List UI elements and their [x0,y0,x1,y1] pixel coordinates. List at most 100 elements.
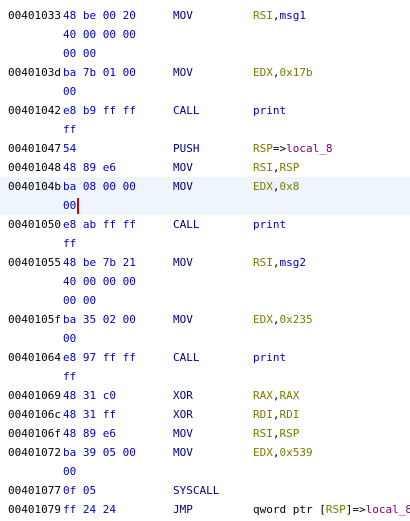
local-variable-operand[interactable]: local_8 [366,503,410,516]
mnemonic-cell[interactable]: MOV [173,158,193,177]
operands-cell[interactable]: EDX,0x8 [253,177,299,196]
address-cell[interactable]: 0040106f [8,424,61,443]
register-operand[interactable]: 0x8 [280,180,300,193]
address-cell[interactable]: 00401069 [8,386,61,405]
register-operand[interactable]: RSP [326,503,346,516]
local-variable-operand[interactable]: local_8 [286,142,332,155]
listing-row[interactable]: 00 [0,462,410,481]
bytes-cell[interactable]: 00 00 [63,44,96,63]
label-operand[interactable]: msg2 [280,256,307,269]
mnemonic-cell[interactable]: XOR [173,386,193,405]
mnemonic-cell[interactable]: MOV [173,6,193,25]
mnemonic-cell[interactable]: CALL [173,101,200,120]
bytes-cell[interactable]: 00 [63,82,76,101]
bytes-cell[interactable]: 48 89 e6 [63,158,116,177]
mnemonic-cell[interactable]: MOV [173,424,193,443]
listing-row[interactable]: 0040106f 48 89 e6 MOV RSI,RSP [0,424,410,443]
bytes-cell[interactable]: 48 89 e6 [63,424,116,443]
bytes-cell[interactable]: ff [63,234,76,253]
register-operand[interactable]: 0x17b [280,66,313,79]
label-operand[interactable]: msg1 [280,9,307,22]
bytes-cell[interactable]: e8 97 ff ff [63,348,136,367]
address-cell[interactable]: 00401079 [8,500,61,519]
bytes-cell[interactable]: 48 31 ff [63,405,116,424]
register-operand[interactable]: EDX [253,313,273,326]
address-cell[interactable]: 0040103d [8,63,61,82]
register-operand[interactable]: RSI [253,161,273,174]
listing-row[interactable]: 00 00 [0,44,410,63]
bytes-cell[interactable]: 40 00 00 00 [63,25,136,44]
operands-cell[interactable]: EDX,0x539 [253,443,313,462]
listing-row[interactable]: 00401064 e8 97 ff ff CALL print [0,348,410,367]
bytes-cell[interactable]: ff 24 24 [63,500,116,519]
label-operand[interactable]: print [253,351,286,364]
register-operand[interactable]: 0x539 [280,446,313,459]
mnemonic-cell[interactable]: JMP [173,500,193,519]
listing-row[interactable]: 00401048 48 89 e6 MOV RSI,RSP [0,158,410,177]
address-cell[interactable]: 0040106c [8,405,61,424]
listing-row[interactable]: ff [0,120,410,139]
listing-row[interactable]: 00401079 ff 24 24 JMP qword ptr [RSP]=>loca… [0,500,410,519]
register-operand[interactable]: RSI [253,427,273,440]
register-operand[interactable]: RDI [280,408,300,421]
bytes-cell[interactable]: 0f 05 [63,481,96,500]
listing-row[interactable]: 0040103d ba 7b 01 00 MOV EDX,0x17b [0,63,410,82]
register-operand[interactable]: 0x235 [280,313,313,326]
bytes-cell[interactable]: 54 [63,139,76,158]
operands-cell[interactable]: EDX,0x235 [253,310,313,329]
bytes-cell[interactable]: ba 39 05 00 [63,443,136,462]
listing-row[interactable]: 0040106c 48 31 ff XOR RDI,RDI [0,405,410,424]
operands-cell[interactable]: RSI,RSP [253,424,299,443]
address-cell[interactable]: 0040105f [8,310,61,329]
address-cell[interactable]: 00401033 [8,6,61,25]
address-cell[interactable]: 00401064 [8,348,61,367]
listing-row[interactable]: 00 [0,196,410,215]
mnemonic-cell[interactable]: MOV [173,443,193,462]
register-operand[interactable]: RSI [253,256,273,269]
mnemonic-cell[interactable]: XOR [173,405,193,424]
register-operand[interactable]: RAX [253,389,273,402]
listing-row[interactable]: 00401077 0f 05 SYSCALL [0,481,410,500]
mnemonic-cell[interactable]: MOV [173,253,193,272]
operands-cell[interactable]: print [253,348,286,367]
bytes-cell[interactable]: ba 08 00 00 [63,177,136,196]
register-operand[interactable]: EDX [253,446,273,459]
mnemonic-cell[interactable]: CALL [173,215,200,234]
bytes-cell[interactable]: e8 b9 ff ff [63,101,136,120]
bytes-cell[interactable]: 48 31 c0 [63,386,116,405]
address-cell[interactable]: 00401048 [8,158,61,177]
label-operand[interactable]: print [253,218,286,231]
bytes-cell[interactable]: ff [63,120,76,139]
mnemonic-cell[interactable]: SYSCALL [173,481,219,500]
operands-cell[interactable]: qword ptr [RSP]=>local_8 [253,500,410,519]
operands-cell[interactable]: RSI,msg1 [253,6,306,25]
operands-cell[interactable]: RSI,RSP [253,158,299,177]
listing-row[interactable]: 00 00 [0,291,410,310]
listing-row[interactable]: 00401050 e8 ab ff ff CALL print [0,215,410,234]
address-cell[interactable]: 00401077 [8,481,61,500]
operands-cell[interactable]: RSP=>local_8 [253,139,332,158]
address-cell[interactable]: 00401042 [8,101,61,120]
listing-row[interactable]: 00401055 48 be 7b 21 MOV RSI,msg2 [0,253,410,272]
operands-cell[interactable]: RDI,RDI [253,405,299,424]
listing-row[interactable]: 00401042 e8 b9 ff ff CALL print [0,101,410,120]
bytes-cell[interactable]: 40 00 00 00 [63,272,136,291]
register-operand[interactable]: EDX [253,180,273,193]
mnemonic-cell[interactable]: PUSH [173,139,200,158]
bytes-cell[interactable]: 48 be 7b 21 [63,253,136,272]
register-operand[interactable]: EDX [253,66,273,79]
bytes-cell[interactable]: 00 00 [63,291,96,310]
address-cell[interactable]: 00401072 [8,443,61,462]
mnemonic-cell[interactable]: MOV [173,310,193,329]
listing-row[interactable]: 00401072 ba 39 05 00 MOV EDX,0x539 [0,443,410,462]
listing-row[interactable]: 0040105f ba 35 02 00 MOV EDX,0x235 [0,310,410,329]
bytes-cell[interactable]: 48 be 00 20 [63,6,136,25]
register-operand[interactable]: RSP [280,427,300,440]
bytes-cell[interactable]: 00 [63,462,76,481]
listing-row[interactable]: 40 00 00 00 [0,272,410,291]
listing-row[interactable]: ff [0,234,410,253]
bytes-cell[interactable]: ff [63,367,76,386]
bytes-cell[interactable]: 00 [63,329,76,348]
listing-row[interactable]: 00401069 48 31 c0 XOR RAX,RAX [0,386,410,405]
label-operand[interactable]: print [253,104,286,117]
